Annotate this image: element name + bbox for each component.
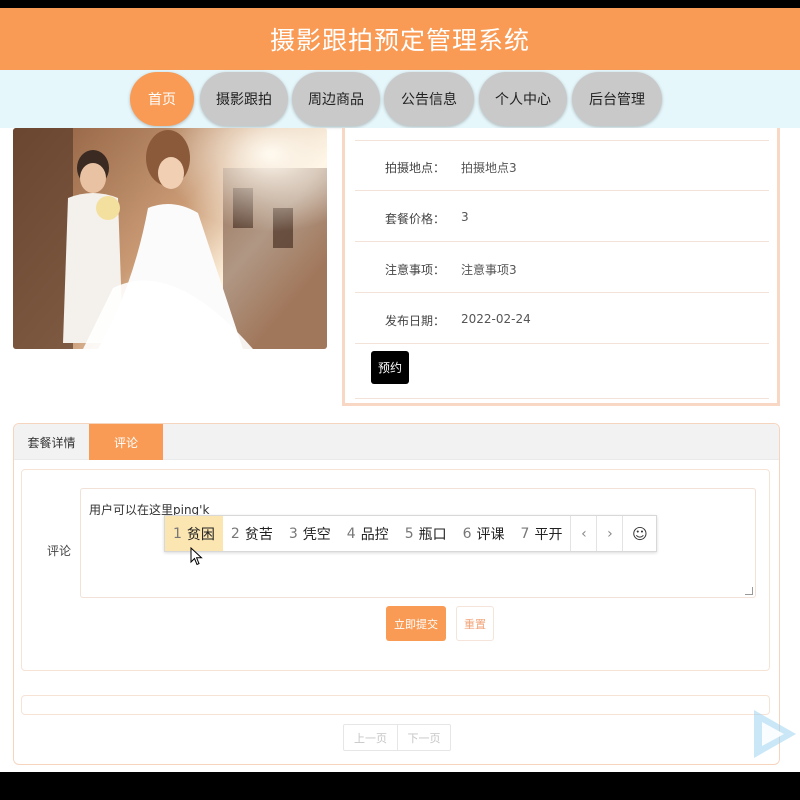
candidate-number: 3 — [288, 525, 298, 542]
detail-tabs-panel: 套餐详情 评论 评论 用户可以在这里ping'k 1 贫困 2 贫苦 3 凭空 4 品控… — [13, 423, 780, 765]
info-row-price: 套餐价格： 3 — [355, 192, 769, 242]
candidate-number: 2 — [230, 525, 240, 542]
chevron-left-icon[interactable]: ‹ — [570, 516, 596, 551]
location-value: 拍摄地点3 — [461, 161, 517, 175]
notes-value: 注意事项3 — [461, 263, 517, 277]
ime-candidate[interactable]: 4 品控 — [339, 516, 397, 551]
nav-personal-center[interactable]: 个人中心 — [479, 72, 567, 126]
main-nav: 首页 摄影跟拍 周边商品 公告信息 个人中心 后台管理 — [0, 70, 800, 128]
site-title: 摄影跟拍预定管理系统 — [269, 26, 530, 55]
candidate-number: 4 — [346, 525, 356, 542]
notes-label: 注意事项： — [385, 263, 446, 277]
info-row-date: 发布日期： 2022-02-24 — [355, 294, 769, 344]
ime-candidate[interactable]: 3 凭空 — [281, 516, 339, 551]
candidate-text: 贫困 — [186, 526, 215, 543]
package-info-panel: 拍摄地点： 拍摄地点3 套餐价格： 3 注意事项： 注意事项3 发布日期： 20… — [342, 128, 780, 406]
candidate-text: 瓶口 — [418, 526, 447, 543]
date-value: 2022-02-24 — [461, 312, 531, 326]
resize-handle[interactable] — [745, 587, 753, 595]
ime-candidate[interactable]: 1 贫困 — [165, 516, 223, 551]
location-label: 拍摄地点： — [385, 161, 446, 175]
reset-button[interactable]: 重置 — [456, 606, 494, 641]
candidate-number: 6 — [462, 525, 472, 542]
comment-label: 评论 — [47, 544, 72, 558]
candidate-text: 贫苦 — [244, 526, 273, 543]
nav-announcements[interactable]: 公告信息 — [384, 72, 474, 126]
info-row-notes: 注意事项： 注意事项3 — [355, 243, 769, 293]
site-header: 摄影跟拍预定管理系统 — [0, 8, 800, 70]
info-row-location: 拍摄地点： 拍摄地点3 — [355, 141, 769, 191]
tab-comments[interactable]: 评论 — [89, 424, 163, 460]
ime-candidate[interactable]: 5 瓶口 — [397, 516, 455, 551]
nav-photography[interactable]: 摄影跟拍 — [200, 72, 288, 126]
ime-candidate[interactable]: 6 评课 — [455, 516, 513, 551]
tab-package-details[interactable]: 套餐详情 — [14, 424, 89, 460]
submit-button[interactable]: 立即提交 — [386, 606, 446, 641]
app-screen: 摄影跟拍预定管理系统 首页 摄影跟拍 周边商品 公告信息 个人中心 后台管理 拍… — [0, 8, 800, 772]
prev-page-button[interactable]: 上一页 — [344, 725, 397, 750]
watermark-logo-icon — [754, 710, 796, 758]
candidate-number: 5 — [404, 525, 414, 542]
candidate-number: 7 — [520, 525, 530, 542]
ime-candidate[interactable]: 7 平开 — [513, 516, 571, 551]
chevron-right-icon[interactable]: › — [596, 516, 622, 551]
ime-candidate[interactable]: 2 贫苦 — [223, 516, 281, 551]
date-label: 发布日期： — [385, 314, 446, 328]
candidate-text: 评课 — [476, 526, 505, 543]
pagination: 上一页 下一页 — [343, 724, 451, 751]
price-value: 3 — [461, 210, 469, 224]
candidate-number: 1 — [173, 525, 182, 542]
emoji-icon[interactable]: ☺ — [622, 516, 656, 551]
divider — [355, 349, 769, 399]
comment-list — [21, 695, 770, 715]
nav-admin[interactable]: 后台管理 — [572, 72, 662, 126]
comment-form: 评论 用户可以在这里ping'k 1 贫困 2 贫苦 3 凭空 4 品控 5 瓶口 6 评课… — [21, 469, 770, 671]
nav-merchandise[interactable]: 周边商品 — [292, 72, 380, 126]
mouse-cursor-icon — [190, 547, 203, 566]
package-photo — [13, 128, 327, 349]
ime-candidate-bar: 1 贫困 2 贫苦 3 凭空 4 品控 5 瓶口 6 评课 7 平开 ‹ › ☺ — [164, 515, 658, 552]
candidate-text: 平开 — [534, 526, 563, 543]
candidate-text: 品控 — [360, 526, 389, 543]
tab-bar: 套餐详情 评论 — [14, 424, 779, 460]
candidate-text: 凭空 — [302, 526, 331, 543]
price-label: 套餐价格： — [385, 212, 446, 226]
nav-home[interactable]: 首页 — [130, 72, 194, 126]
next-page-button[interactable]: 下一页 — [397, 725, 450, 750]
